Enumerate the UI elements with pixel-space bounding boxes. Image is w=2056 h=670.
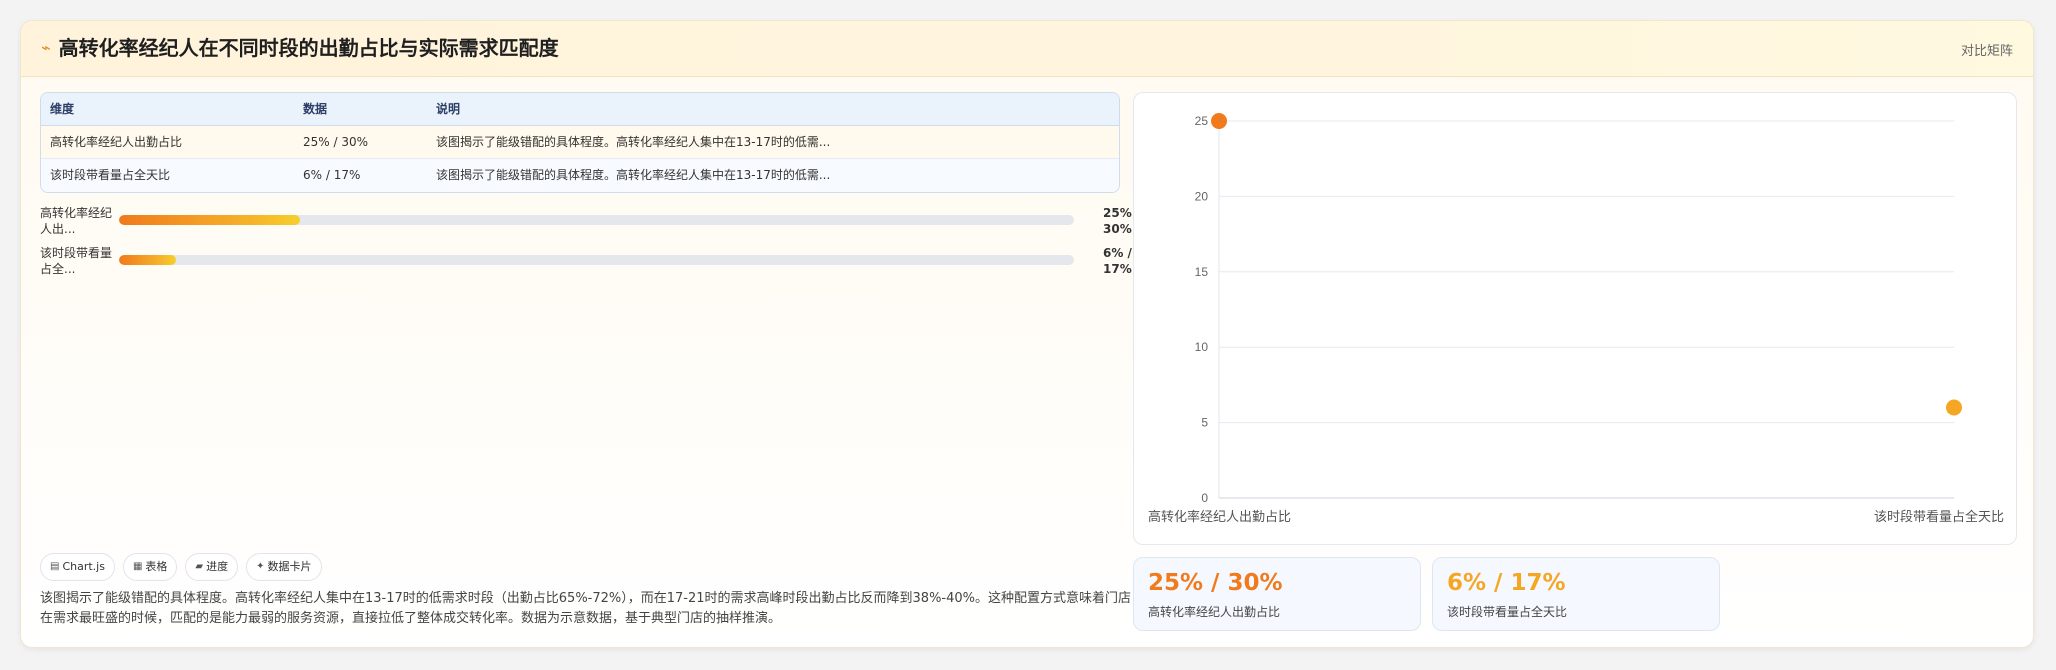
x-tick-label: 高转化率经纪人出勤占比	[1148, 509, 1291, 524]
table-header-row: 维度 数据 说明	[41, 93, 1119, 126]
y-tick-label: 5	[1201, 416, 1208, 430]
table-cell: 该时段带看量占全天比	[50, 168, 171, 182]
progress-icon: ▰	[195, 561, 204, 572]
chip-progress[interactable]: ▰ 进度	[185, 553, 239, 581]
bolt-icon: ⌁	[41, 38, 51, 57]
progress-label: 高转化率经纪人出...	[40, 206, 113, 236]
y-tick-label: 10	[1195, 340, 1209, 354]
stat-label: 高转化率经纪人出勤占比	[1148, 605, 1281, 619]
table-cell: 6% / 17%	[303, 168, 361, 182]
chip-label: 表格	[145, 560, 168, 573]
page-title: 高转化率经纪人在不同时段的出勤占比与实际需求匹配度	[58, 36, 559, 60]
y-tick-label: 25	[1195, 114, 1209, 128]
table-row: 该时段带看量占全天比 6% / 17% 该图揭示了能级错配的具体程度。高转化率经…	[41, 159, 1119, 192]
stat-card: 25% / 30% 高转化率经纪人出勤占比	[1133, 557, 1421, 631]
table-cell: 高转化率经纪人出勤占比	[50, 135, 183, 149]
x-tick-label: 该时段带看量占全天比	[1874, 509, 2004, 524]
progress-row: 高转化率经纪人出... 25% / 30%	[40, 205, 1140, 245]
table-header-cell: 维度	[50, 102, 75, 116]
chart-icon: ▤	[50, 561, 60, 572]
table-row: 高转化率经纪人出勤占比 25% / 30% 该图揭示了能级错配的具体程度。高转化…	[41, 126, 1119, 159]
view-chips: ▤ Chart.js ▦ 表格 ▰ 进度 ✦ 数据卡片	[40, 553, 330, 581]
stat-value: 6% / 17%	[1447, 570, 1566, 596]
stat-label: 该时段带看量占全天比	[1447, 605, 1568, 619]
scatter-chart: 0 5 10 15 20 25 高转化率经纪人出勤占比 该时段带看量占全天比	[1133, 92, 2017, 545]
table-header-cell: 数据	[303, 102, 328, 116]
progress-track	[119, 215, 1074, 225]
data-table: 维度 数据 说明 高转化率经纪人出勤占比 25% / 30% 该图揭示了能级错配…	[40, 92, 1120, 193]
progress-fill	[119, 255, 177, 265]
progress-track	[119, 255, 1074, 265]
y-tick-label: 20	[1195, 189, 1209, 203]
table-cell: 25% / 30%	[303, 135, 369, 149]
chip-data-card[interactable]: ✦ 数据卡片	[246, 553, 322, 581]
stat-value: 25% / 30%	[1148, 570, 1283, 596]
card-header: ⌁ 高转化率经纪人在不同时段的出勤占比与实际需求匹配度 对比矩阵	[21, 21, 2033, 77]
sparkle-icon: ✦	[256, 561, 265, 572]
data-point	[1211, 113, 1227, 129]
y-tick-label: 0	[1201, 491, 1208, 505]
chip-table[interactable]: ▦ 表格	[122, 553, 178, 581]
progress-fill	[119, 215, 301, 225]
matrix-card: ⌁ 高转化率经纪人在不同时段的出勤占比与实际需求匹配度 对比矩阵 维度 数据 说…	[20, 20, 2034, 648]
header-tag[interactable]: 对比矩阵	[1961, 40, 2013, 59]
title-wrap: ⌁ 高转化率经纪人在不同时段的出勤占比与实际需求匹配度	[41, 35, 559, 61]
table-cell: 该图揭示了能级错配的具体程度。高转化率经纪人集中在13-17时的低需...	[436, 168, 831, 182]
description-text: 该图揭示了能级错配的具体程度。高转化率经纪人集中在13-17时的低需求时段（出勤…	[40, 591, 1132, 626]
chip-chartjs[interactable]: ▤ Chart.js	[40, 553, 115, 581]
chip-label: 数据卡片	[267, 560, 312, 573]
table-cell: 该图揭示了能级错配的具体程度。高转化率经纪人集中在13-17时的低需...	[436, 135, 831, 149]
table-header-cell: 说明	[436, 102, 461, 116]
progress-row: 该时段带看量占全... 6% / 17%	[40, 245, 1140, 285]
stat-card: 6% / 17% 该时段带看量占全天比	[1432, 557, 1720, 631]
progress-label: 该时段带看量占全...	[40, 246, 113, 276]
data-point	[1946, 399, 1962, 416]
chip-label: Chart.js	[62, 560, 105, 573]
y-tick-label: 15	[1195, 265, 1209, 279]
table-icon: ▦	[132, 561, 143, 572]
chart-svg: 0 5 10 15 20 25 高转化率经纪人出勤占比 该时段带看量占全天比	[1148, 113, 2004, 524]
chip-label: 进度	[206, 560, 229, 573]
